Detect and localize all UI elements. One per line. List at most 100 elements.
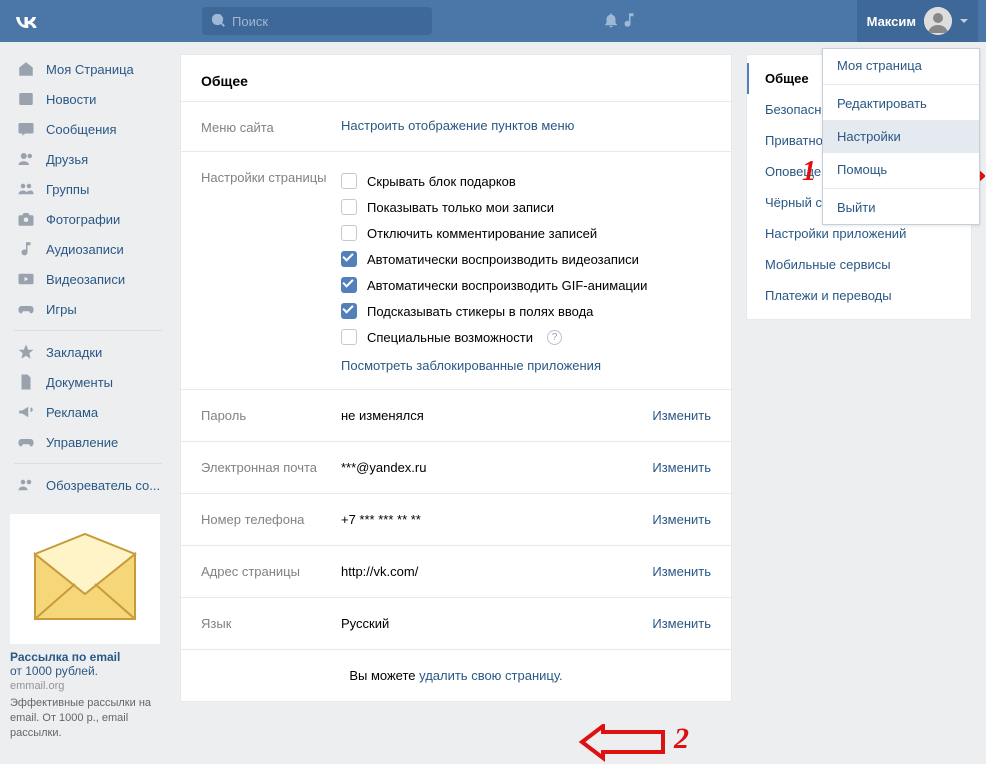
delete-footer: Вы можете удалить свою страницу. — [181, 650, 731, 701]
music-icon — [16, 239, 36, 259]
address-value: http://vk.com/ — [341, 564, 652, 579]
blocked-apps-link[interactable]: Посмотреть заблокированные приложения — [341, 358, 601, 373]
avatar — [924, 7, 952, 35]
user-dropdown: Моя страница Редактировать Настройки Пом… — [822, 48, 980, 225]
gamepad-icon — [16, 299, 36, 319]
checkbox-label: Автоматически воспроизводить GIF-анимаци… — [367, 278, 647, 293]
annotation-2: 2 — [674, 722, 689, 756]
checkbox-row[interactable]: Скрывать блок подарков — [341, 168, 711, 194]
star-icon — [16, 342, 36, 362]
delete-page-link[interactable]: удалить свою страницу. — [419, 668, 563, 683]
checkbox-label: Специальные возможности — [367, 330, 533, 345]
user-name: Максим — [867, 14, 916, 29]
ad-domain: emmail.org — [10, 680, 160, 692]
checkbox[interactable] — [341, 173, 357, 189]
menu-configure-link[interactable]: Настроить отображение пунктов меню — [341, 118, 574, 133]
ad-subtitle: от 1000 рублей. — [10, 664, 160, 678]
annotation-1: 1 — [802, 156, 816, 188]
tab-item[interactable]: Платежи и переводы — [747, 280, 971, 311]
page-title: Общее — [181, 55, 731, 101]
checkbox-row[interactable]: Специальные возможности? — [341, 324, 711, 350]
notifications-icon[interactable] — [602, 11, 620, 32]
email-change[interactable]: Изменить — [652, 460, 711, 475]
community-icon — [16, 475, 36, 495]
checkbox-row[interactable]: Отключить комментирование записей — [341, 220, 711, 246]
nav-bookmarks[interactable]: Закладки — [10, 337, 170, 367]
megaphone-icon — [16, 402, 36, 422]
nav-audio[interactable]: Аудиозаписи — [10, 234, 170, 264]
settings-card: Общее Меню сайта Настроить отображение п… — [180, 54, 732, 702]
ad-description: Эффективные рассылки на email. От 1000 р… — [10, 696, 160, 741]
checkbox-row[interactable]: Автоматически воспроизводить видеозаписи — [341, 246, 711, 272]
checkbox[interactable] — [341, 199, 357, 215]
help-icon[interactable]: ? — [547, 330, 562, 345]
ad-image — [10, 514, 160, 644]
checkbox-label: Отключить комментирование записей — [367, 226, 597, 241]
email-value: ***@yandex.ru — [341, 460, 652, 475]
checkbox[interactable] — [341, 303, 357, 319]
home-icon — [16, 59, 36, 79]
nav-my-page[interactable]: Моя Страница — [10, 54, 170, 84]
checkbox-row[interactable]: Показывать только мои записи — [341, 194, 711, 220]
gamepad2-icon — [16, 432, 36, 452]
nav-news[interactable]: Новости — [10, 84, 170, 114]
nav-friends[interactable]: Друзья — [10, 144, 170, 174]
address-change[interactable]: Изменить — [652, 564, 711, 579]
dropdown-my-page[interactable]: Моя страница — [823, 49, 979, 82]
nav-games[interactable]: Игры — [10, 294, 170, 324]
dropdown-edit[interactable]: Редактировать — [823, 87, 979, 120]
sidebar: Моя Страница Новости Сообщения Друзья Гр… — [0, 42, 170, 741]
checkbox[interactable] — [341, 225, 357, 241]
phone-value: +7 *** *** ** ** — [341, 512, 652, 527]
music-top-icon[interactable] — [620, 11, 638, 32]
ad-title: Рассылка по email — [10, 650, 160, 664]
nav-documents[interactable]: Документы — [10, 367, 170, 397]
password-value: не изменялся — [341, 408, 652, 423]
phone-change[interactable]: Изменить — [652, 512, 711, 527]
nav-video[interactable]: Видеозаписи — [10, 264, 170, 294]
menu-label: Меню сайта — [201, 118, 341, 135]
video-icon — [16, 269, 36, 289]
search-placeholder: Поиск — [232, 14, 268, 29]
topbar: Поиск Максим — [0, 0, 986, 42]
checkbox-label: Скрывать блок подарков — [367, 174, 516, 189]
checkbox-row[interactable]: Автоматически воспроизводить GIF-анимаци… — [341, 272, 711, 298]
lang-change[interactable]: Изменить — [652, 616, 711, 631]
camera-icon — [16, 209, 36, 229]
search-box[interactable]: Поиск — [202, 7, 432, 35]
tab-item[interactable]: Мобильные сервисы — [747, 249, 971, 280]
dropdown-help[interactable]: Помощь — [823, 153, 979, 186]
email-label: Электронная почта — [201, 460, 341, 475]
groups-icon — [16, 179, 36, 199]
address-label: Адрес страницы — [201, 564, 341, 579]
lang-value: Русский — [341, 616, 652, 631]
ad-block[interactable]: Рассылка по email от 1000 рублей. emmail… — [10, 514, 160, 741]
document-icon — [16, 372, 36, 392]
dropdown-settings[interactable]: Настройки — [823, 120, 979, 153]
checkbox-label: Автоматически воспроизводить видеозаписи — [367, 252, 639, 267]
checkbox-label: Показывать только мои записи — [367, 200, 554, 215]
checkbox[interactable] — [341, 329, 357, 345]
friends-icon — [16, 149, 36, 169]
phone-label: Номер телефона — [201, 512, 341, 527]
password-change[interactable]: Изменить — [652, 408, 711, 423]
nav-messages[interactable]: Сообщения — [10, 114, 170, 144]
nav-observer[interactable]: Обозреватель со... — [10, 470, 170, 500]
checkbox[interactable] — [341, 251, 357, 267]
checkbox[interactable] — [341, 277, 357, 293]
checkbox-row[interactable]: Подсказывать стикеры в полях ввода — [341, 298, 711, 324]
password-label: Пароль — [201, 408, 341, 423]
vk-logo[interactable] — [8, 8, 52, 34]
nav-manage[interactable]: Управление — [10, 427, 170, 457]
page-settings-label: Настройки страницы — [201, 168, 341, 185]
checkbox-label: Подсказывать стикеры в полях ввода — [367, 304, 593, 319]
search-icon — [212, 14, 226, 28]
nav-ads[interactable]: Реклама — [10, 397, 170, 427]
message-icon — [16, 119, 36, 139]
nav-photos[interactable]: Фотографии — [10, 204, 170, 234]
dropdown-logout[interactable]: Выйти — [823, 191, 979, 224]
user-menu-trigger[interactable]: Максим — [857, 0, 978, 42]
news-icon — [16, 89, 36, 109]
lang-label: Язык — [201, 616, 341, 631]
nav-groups[interactable]: Группы — [10, 174, 170, 204]
